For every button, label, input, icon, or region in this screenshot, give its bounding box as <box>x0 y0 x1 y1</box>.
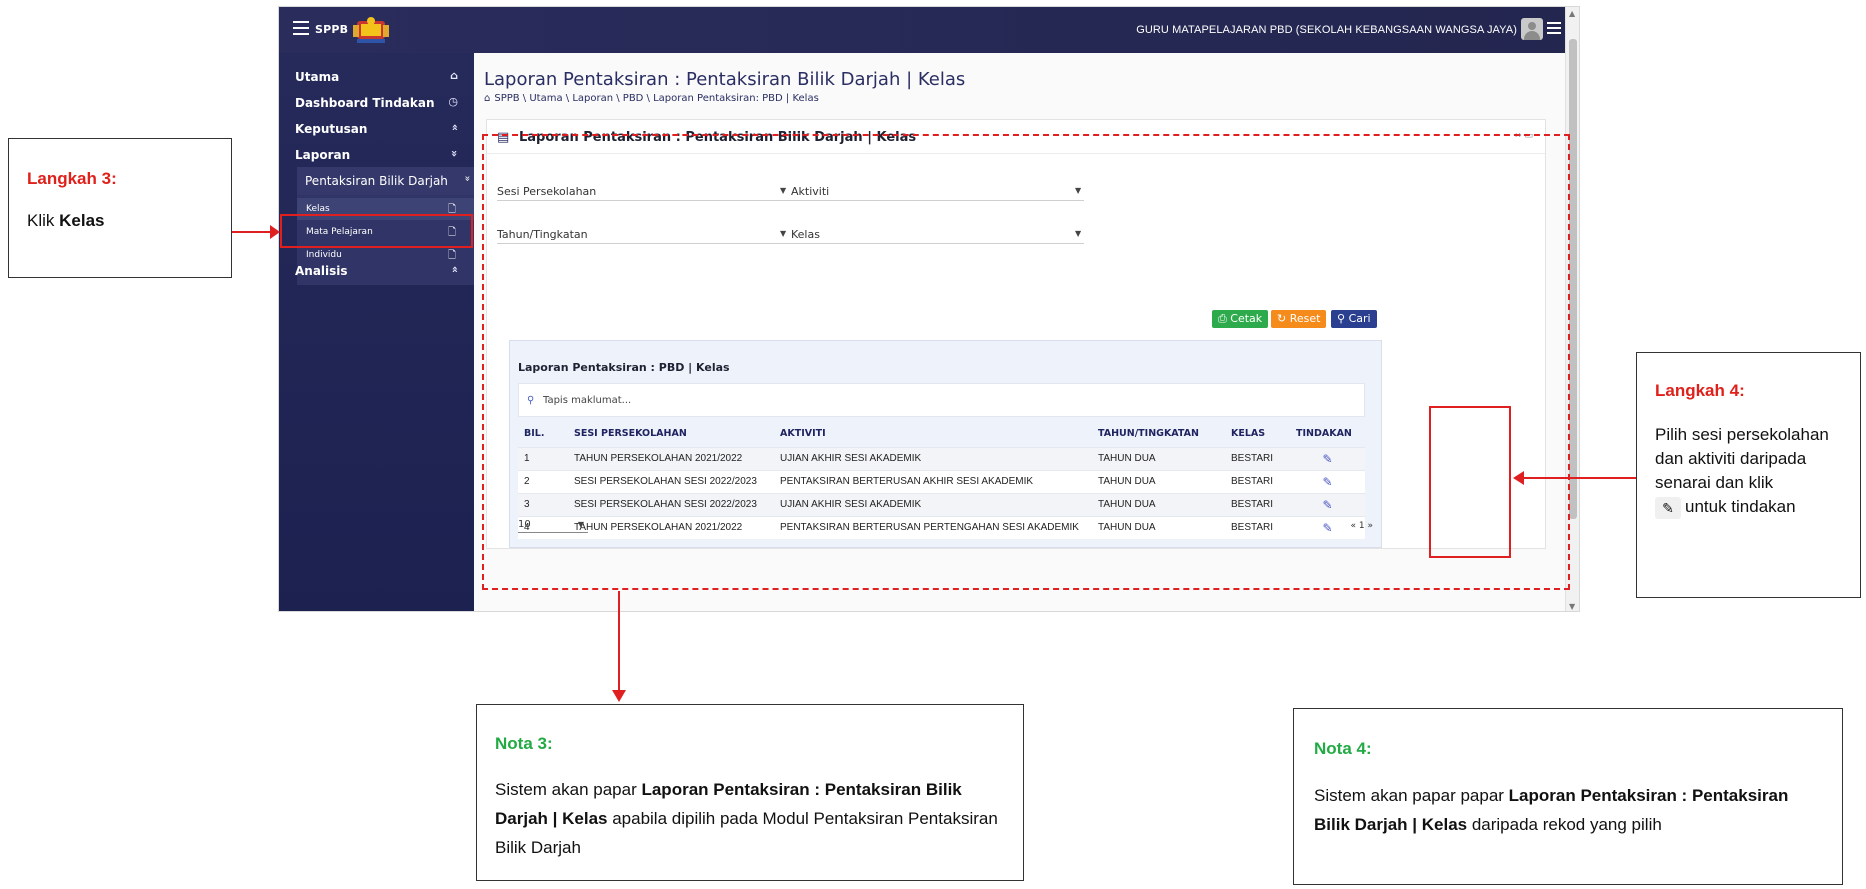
sidebar-item-laporan[interactable]: Laporan » <box>279 141 474 169</box>
pencil-icon: ✎ <box>1655 496 1681 519</box>
dashboard-icon: ◷ <box>448 95 458 108</box>
top-navbar: SPPB GURU MATAPELAJARAN PBD (SEKOLAH KEB… <box>279 7 1565 53</box>
note3-heading: Nota 3: <box>495 734 553 753</box>
step3-body: Klik Kelas <box>27 209 105 233</box>
note3-body: Sistem akan papar Laporan Pentaksiran : … <box>495 775 1005 862</box>
step4-heading: Langkah 4: <box>1655 381 1745 400</box>
step3-body-text: Klik <box>27 211 60 230</box>
note4-body-text: Sistem akan papar papar <box>1314 786 1509 805</box>
arrow-line <box>618 591 620 691</box>
sidebar: Utama ⌂ Dashboard Tindakan ◷ Keputusan »… <box>279 53 474 611</box>
note4-body-tail: daripada rekod yang pilih <box>1467 815 1662 834</box>
scrollbar-thumb[interactable] <box>1569 39 1577 519</box>
arrow-head <box>270 225 280 239</box>
arrow-head <box>1513 471 1524 485</box>
brand-name[interactable]: SPPB <box>315 23 348 36</box>
sidebar-item-label: Pentaksiran Bilik Darjah <box>305 174 448 188</box>
arrow-line <box>232 231 272 233</box>
sidebar-item-label: Dashboard Tindakan <box>295 96 435 110</box>
step4-body-text: Pilih sesi persekolahan dan aktiviti dar… <box>1655 425 1829 492</box>
sidebar-item-utama[interactable]: Utama ⌂ <box>279 63 474 91</box>
note3-callout: Nota 3: Sistem akan papar Laporan Pentak… <box>476 704 1024 881</box>
arrow-line <box>1524 477 1636 479</box>
sidebar-item-dashboard-tindakan[interactable]: Dashboard Tindakan ◷ <box>279 89 474 117</box>
note4-body: Sistem akan papar papar Laporan Pentaksi… <box>1314 781 1814 839</box>
note3-body-text: Sistem akan papar <box>495 780 642 799</box>
note4-heading: Nota 4: <box>1314 739 1372 758</box>
step3-callout: Langkah 3: Klik Kelas <box>8 138 232 278</box>
breadcrumb: ⌂ SPPB \ Utama \ Laporan \ PBD \ Laporan … <box>484 93 819 104</box>
sidebar-item-analisis[interactable]: Analisis » <box>279 257 474 285</box>
home-icon[interactable]: ⌂ <box>484 93 490 104</box>
coat-of-arms-logo <box>353 17 389 43</box>
sidebar-item-label: Analisis <box>295 264 348 278</box>
chevron-down-icon: » <box>447 149 461 158</box>
chevron-up-icon: » <box>447 265 461 274</box>
step4-body-tail: untuk tindakan <box>1685 497 1796 516</box>
user-role-label: GURU MATAPELAJARAN PBD (SEKOLAH KEBANGSA… <box>1136 24 1517 36</box>
right-menu-icon[interactable] <box>1547 22 1561 34</box>
scroll-down-arrow-icon[interactable]: ▼ <box>1569 602 1575 611</box>
step3-body-bold: Kelas <box>59 211 105 230</box>
home-icon: ⌂ <box>450 69 458 82</box>
sidebar-subitem-label: Kelas <box>306 204 330 214</box>
sidebar-item-pentaksiran-bilik-darjah[interactable]: Pentaksiran Bilik Darjah » <box>297 167 474 195</box>
sidebar-item-label: Keputusan <box>295 122 368 136</box>
chevron-up-icon: » <box>447 123 461 132</box>
scroll-up-arrow-icon[interactable]: ▲ <box>1569 9 1575 18</box>
sidebar-item-keputusan[interactable]: Keputusan » <box>279 115 474 143</box>
sidebar-item-label: Laporan <box>295 148 351 162</box>
page-title: Laporan Pentaksiran : Pentaksiran Bilik … <box>484 69 966 90</box>
chevron-down-icon: » <box>461 175 473 182</box>
step3-heading: Langkah 3: <box>27 169 117 188</box>
hamburger-menu-icon[interactable] <box>293 21 309 35</box>
user-avatar[interactable] <box>1521 18 1543 40</box>
tindakan-highlight-box <box>1429 406 1511 558</box>
kelas-highlight-box <box>280 214 473 248</box>
step4-callout: Langkah 4: Pilih sesi persekolahan dan a… <box>1636 352 1861 598</box>
card-highlight-box <box>482 134 1570 590</box>
sidebar-item-label: Utama <box>295 70 340 84</box>
step4-body: Pilih sesi persekolahan dan aktiviti dar… <box>1655 423 1845 519</box>
note4-callout: Nota 4: Sistem akan papar papar Laporan … <box>1293 708 1843 885</box>
arrow-head <box>612 690 626 702</box>
breadcrumb-text[interactable]: SPPB \ Utama \ Laporan \ PBD \ Laporan P… <box>494 93 818 104</box>
